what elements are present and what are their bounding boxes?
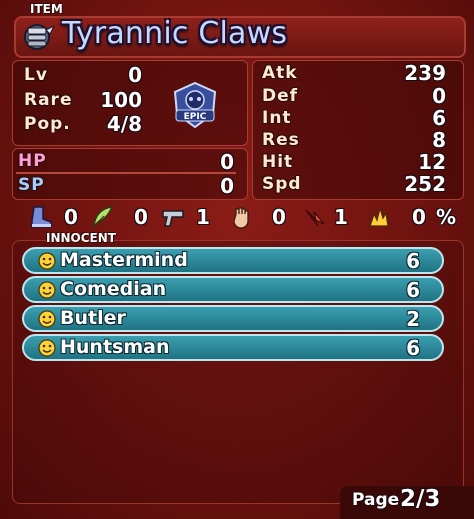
innocent-level: 6: [406, 278, 420, 302]
stat-value-hp: 0: [220, 150, 234, 174]
stat-label-sp: SP: [18, 175, 45, 195]
innocent-row-mastermind[interactable]: Mastermind 6: [22, 247, 444, 274]
stat-label-pop: Pop.: [24, 114, 71, 134]
resist-value-2: 1: [196, 205, 210, 229]
innocent-level: 2: [406, 307, 420, 331]
stat-label-spd: Spd: [262, 174, 302, 194]
innocent-name: Comedian: [60, 278, 167, 300]
stat-label-hp: HP: [18, 151, 47, 171]
stat-label-hit: Hit: [262, 152, 294, 172]
stat-value-spd: 252: [404, 172, 446, 196]
claw-gauntlet-icon: [24, 24, 56, 50]
gun-icon: [162, 210, 184, 227]
stat-value-lv: 0: [128, 63, 142, 87]
resist-value-0: 0: [64, 205, 78, 229]
stat-label-res: Res: [262, 130, 300, 150]
fire-icon: [369, 205, 389, 227]
boot-icon: [31, 206, 52, 228]
item-info-panel: ITEM Tyrannic Claws Lv 0 Rare 100 Pop. 4…: [0, 0, 474, 519]
epic-rarity-badge: EPIC: [173, 81, 217, 129]
stat-value-rare: 100: [100, 88, 142, 112]
smiley-icon: [38, 310, 56, 328]
resist-unit: %: [436, 205, 457, 229]
stat-value-sp: 0: [220, 174, 234, 198]
smiley-icon: [38, 339, 56, 357]
stat-value-atk: 239: [404, 61, 446, 85]
stat-value-hit: 12: [418, 150, 446, 174]
stat-value-def: 0: [432, 84, 446, 108]
feather-icon: [93, 206, 114, 228]
resist-value-4: 1: [334, 205, 348, 229]
page-label: Page: [352, 490, 400, 510]
arrow-icon: [305, 209, 325, 227]
stat-label-lv: Lv: [24, 65, 48, 85]
smiley-icon: [38, 281, 56, 299]
resist-value-1: 0: [134, 205, 148, 229]
stat-value-int: 6: [432, 106, 446, 130]
item-name: Tyrannic Claws: [62, 16, 288, 51]
fist-icon: [233, 207, 249, 229]
resist-value-5: 0: [412, 205, 426, 229]
stat-value-res: 8: [432, 128, 446, 152]
stat-label-atk: Atk: [262, 63, 298, 83]
innocent-name: Huntsman: [60, 336, 170, 358]
innocent-name: Butler: [60, 307, 126, 329]
stat-label-rare: Rare: [24, 90, 73, 110]
stat-label-def: Def: [262, 86, 299, 106]
resist-value-3: 0: [272, 205, 286, 229]
stat-label-int: Int: [262, 108, 292, 128]
smiley-icon: [38, 252, 56, 270]
epic-badge-text: EPIC: [184, 112, 207, 122]
stat-value-pop: 4/8: [106, 112, 142, 136]
innocent-level: 6: [406, 249, 420, 273]
innocent-label: INNOCENT: [46, 231, 116, 245]
innocent-row-butler[interactable]: Butler 2: [22, 305, 444, 332]
innocent-name: Mastermind: [60, 249, 188, 271]
page-number: 2/3: [400, 486, 441, 512]
innocent-level: 6: [406, 336, 420, 360]
innocent-row-comedian[interactable]: Comedian 6: [22, 276, 444, 303]
innocent-row-huntsman[interactable]: Huntsman 6: [22, 334, 444, 361]
section-label: ITEM: [30, 2, 63, 16]
